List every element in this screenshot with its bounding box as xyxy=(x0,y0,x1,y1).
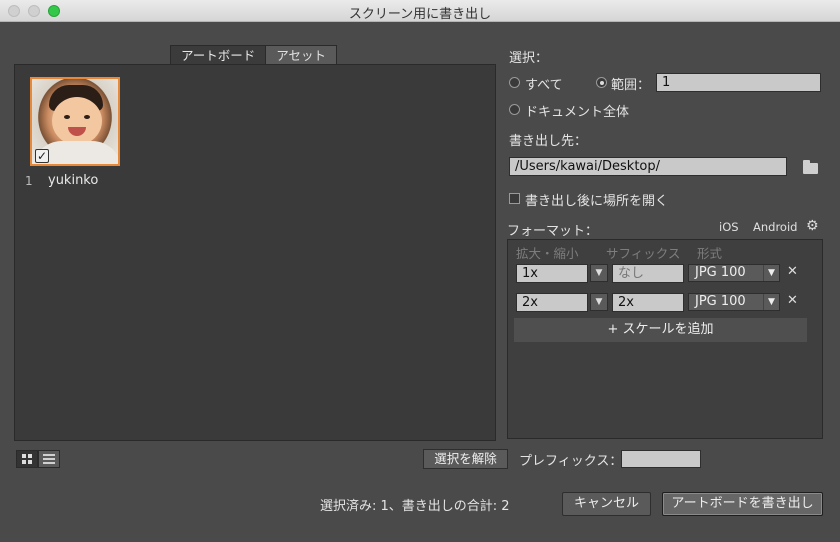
select-label: 選択： xyxy=(509,51,549,66)
artboard-checkbox[interactable]: ✓ xyxy=(35,149,49,163)
radio-all-label[interactable]: すべて xyxy=(525,74,563,93)
chevron-down-icon: ▼ xyxy=(763,294,779,310)
radio-range[interactable] xyxy=(596,77,607,88)
list-icon xyxy=(43,454,55,464)
open-after-export-label[interactable]: 書き出し後に場所を開く xyxy=(525,190,668,209)
format-select[interactable]: JPG 100 ▼ xyxy=(688,264,780,282)
remove-scale-button[interactable]: ✕ xyxy=(787,264,798,279)
artboard-thumbnail[interactable]: ✓ xyxy=(30,77,120,166)
thumbnail-face xyxy=(52,97,102,145)
folder-icon[interactable] xyxy=(803,160,818,174)
chevron-down-icon: ▼ xyxy=(763,265,779,281)
tab-assets[interactable]: アセット xyxy=(266,45,338,65)
suffix-input[interactable]: なし xyxy=(612,264,684,283)
scale-input[interactable]: 2x xyxy=(516,293,588,312)
title-bar: スクリーン用に書き出し xyxy=(0,0,840,22)
gear-icon[interactable]: ⚙ xyxy=(806,219,819,233)
radio-all[interactable] xyxy=(509,77,520,88)
radio-whole-document-label[interactable]: ドキュメント全体 xyxy=(525,101,629,120)
view-mode-buttons xyxy=(16,450,60,468)
cancel-button[interactable]: キャンセル xyxy=(562,492,651,516)
grid-icon xyxy=(22,454,32,464)
range-input[interactable]: 1 xyxy=(656,73,821,92)
prefix-input[interactable] xyxy=(621,450,701,468)
artboard-panel: ✓ 1 yukinko xyxy=(14,64,496,441)
deselect-button[interactable]: 選択を解除 xyxy=(423,449,508,469)
add-scale-button[interactable]: + スケールを追加 xyxy=(514,318,807,342)
radio-whole-document[interactable] xyxy=(509,104,520,115)
window-title: スクリーン用に書き出し xyxy=(348,7,492,22)
scale-dropdown-button[interactable]: ▼ xyxy=(590,293,608,311)
android-preset-button[interactable]: Android xyxy=(753,220,797,234)
column-header-format: 形式 xyxy=(697,246,723,261)
format-label: フォーマット： xyxy=(507,224,599,239)
scale-dropdown-button[interactable]: ▼ xyxy=(590,264,608,282)
tab-artboards[interactable]: アートボード xyxy=(170,45,267,65)
export-to-label: 書き出し先： xyxy=(509,134,588,149)
column-header-scale: 拡大・縮小 xyxy=(516,246,579,261)
ios-preset-button[interactable]: iOS xyxy=(719,220,739,234)
suffix-input[interactable]: 2x xyxy=(612,293,684,312)
radio-range-label[interactable]: 範囲： xyxy=(611,74,650,93)
prefix-label: プレフィックス： xyxy=(519,454,623,469)
format-select[interactable]: JPG 100 ▼ xyxy=(688,293,780,311)
export-artboard-button[interactable]: アートボードを書き出し xyxy=(662,492,823,516)
thumbnail-eye xyxy=(84,115,90,119)
artboard-number: 1 xyxy=(25,174,33,188)
open-after-export-checkbox[interactable] xyxy=(509,193,520,204)
format-select-value: JPG 100 xyxy=(695,294,746,309)
view-tabs: アートボード アセット xyxy=(170,45,338,65)
column-header-suffix: サフィックス xyxy=(606,246,681,261)
export-summary: 選択済み: 1、書き出しの合計: 2 xyxy=(320,499,510,514)
format-select-value: JPG 100 xyxy=(695,265,746,280)
list-view-button[interactable] xyxy=(38,450,60,468)
remove-scale-button[interactable]: ✕ xyxy=(787,293,798,308)
grid-view-button[interactable] xyxy=(16,450,38,468)
thumbnail-eye xyxy=(64,115,70,119)
scale-input[interactable]: 1x xyxy=(516,264,588,283)
artboard-name[interactable]: yukinko xyxy=(48,173,98,188)
export-path-input[interactable]: /Users/kawai/Desktop/ xyxy=(509,157,787,176)
